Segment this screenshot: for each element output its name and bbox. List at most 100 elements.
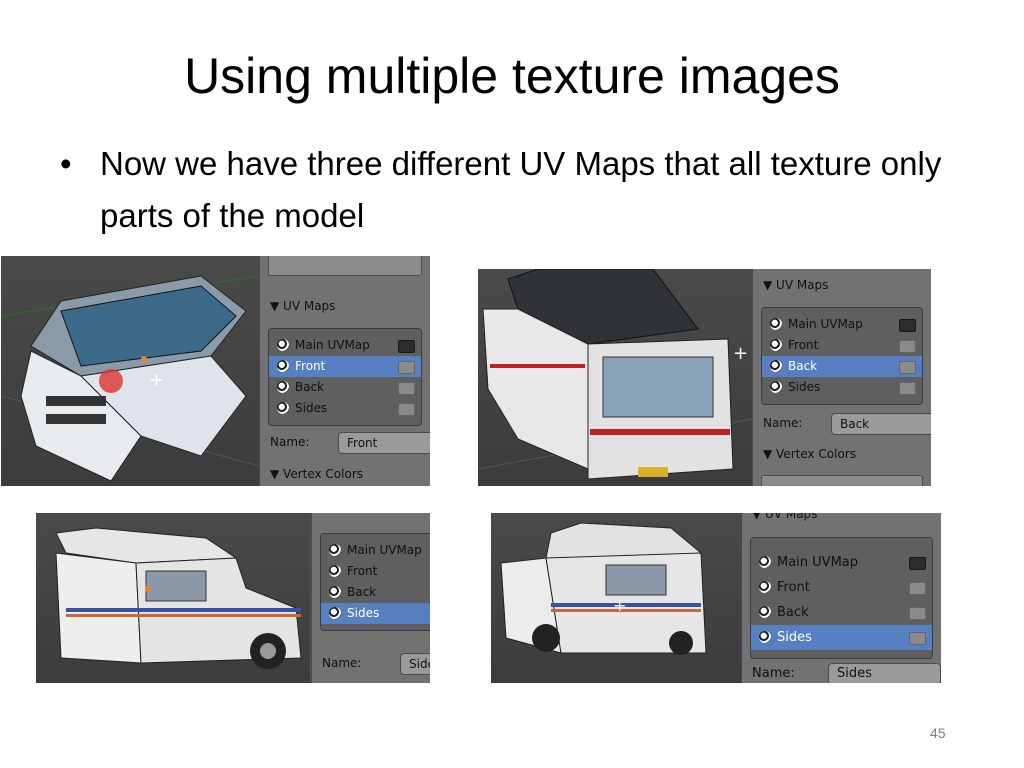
vertex-colors-header[interactable]: ▼ Vertex Colors — [763, 447, 856, 461]
bullet-point: • Now we have three different UV Maps th… — [60, 138, 980, 242]
name-label: Name: — [270, 435, 310, 449]
uv-globe-icon — [329, 544, 341, 556]
uv-row-label: Sides — [347, 606, 380, 620]
uv-maps-header[interactable]: ▼ UV Maps — [763, 278, 828, 292]
uv-row-label: Front — [295, 359, 326, 373]
truck-model: + — [478, 269, 752, 480]
screenshot-sides-uv-a: Main UVMap Front Back Sides Name: Side — [36, 513, 430, 683]
name-field[interactable]: Side — [400, 653, 430, 675]
screenshot-back-uv: + ▼ UV Maps Main UVMap Front Back Sides … — [478, 269, 931, 486]
uv-row-sides[interactable]: Sides — [269, 398, 421, 419]
3d-viewport[interactable]: + — [1, 256, 259, 486]
uv-row-main[interactable]: Main UVMap — [269, 335, 421, 356]
svg-text:+: + — [149, 370, 164, 391]
3d-viewport[interactable] — [36, 513, 310, 683]
uv-row-front[interactable]: Front — [751, 575, 932, 600]
uv-row-sides[interactable]: Sides — [321, 603, 430, 624]
properties-panel: ▼ UV Maps Main UVMap Front Back Sides Na… — [741, 513, 941, 683]
uv-row-front[interactable]: Front — [762, 335, 922, 356]
screenshot-front-uv: + ▼ UV Maps Main UVMap Front Back Sides … — [1, 256, 430, 486]
uv-globe-icon — [770, 318, 782, 330]
name-field[interactable]: Front — [338, 432, 430, 454]
camera-icon[interactable] — [398, 403, 415, 416]
svg-text:+: + — [733, 343, 748, 364]
uv-maps-list: Main UVMap Front Back Sides — [750, 537, 933, 659]
name-label: Name: — [752, 666, 795, 681]
uv-row-label: Back — [788, 359, 818, 373]
uv-maps-list: Main UVMap Front Back Sides — [268, 328, 422, 426]
camera-icon[interactable] — [398, 361, 415, 374]
vertex-colors-header[interactable]: ▼ Vertex Colors — [270, 467, 363, 481]
name-label: Name: — [763, 416, 803, 430]
uv-row-label: Front — [777, 580, 810, 595]
uv-globe-icon — [277, 339, 289, 351]
uv-globe-icon — [770, 381, 782, 393]
properties-panel: ▼ UV Maps Main UVMap Front Back Sides Na… — [752, 269, 931, 486]
uv-row-back[interactable]: Back — [269, 377, 421, 398]
uv-maps-list: Main UVMap Front Back Sides — [761, 307, 923, 405]
uv-row-sides[interactable]: Sides — [751, 625, 932, 650]
screenshot-sides-uv-b: + ▼ UV Maps Main UVMap Front Back Sides … — [491, 513, 941, 683]
uv-row-label: Sides — [295, 401, 328, 415]
name-field[interactable]: Back — [831, 413, 931, 435]
uv-row-back[interactable]: Back — [762, 356, 922, 377]
uv-globe-icon — [277, 381, 289, 393]
uv-row-front[interactable]: Front — [321, 561, 430, 582]
camera-icon[interactable] — [398, 340, 415, 353]
top-field — [268, 256, 422, 276]
uv-globe-icon — [277, 402, 289, 414]
uv-row-label: Back — [295, 380, 325, 394]
name-field[interactable]: Sides — [828, 663, 941, 683]
uv-maps-header[interactable]: ▼ UV Maps — [752, 513, 817, 521]
uv-row-back[interactable]: Back — [751, 600, 932, 625]
properties-panel: ▼ UV Maps Main UVMap Front Back Sides Na… — [259, 256, 430, 486]
camera-icon[interactable] — [899, 382, 916, 395]
uv-row-main[interactable]: Main UVMap — [751, 550, 932, 575]
camera-icon[interactable] — [899, 319, 916, 332]
truck-model: + — [1, 275, 259, 482]
uv-globe-icon — [770, 339, 782, 351]
uv-row-label: Main UVMap — [295, 338, 370, 352]
3d-viewport[interactable]: + — [478, 269, 752, 486]
camera-icon[interactable] — [899, 340, 916, 353]
truck-model — [55, 527, 302, 669]
camera-icon[interactable] — [909, 607, 926, 620]
name-label: Name: — [322, 656, 362, 670]
uv-globe-icon — [329, 607, 341, 619]
uv-row-sides[interactable]: Sides — [762, 377, 922, 398]
uv-row-label: Sides — [777, 630, 812, 645]
bullet-text: Now we have three different UV Maps that… — [100, 145, 942, 234]
uv-globe-icon — [329, 565, 341, 577]
uv-row-back[interactable]: Back — [321, 582, 430, 603]
uv-globe-icon — [329, 586, 341, 598]
svg-text:+: + — [613, 596, 626, 615]
uv-row-label: Front — [788, 338, 819, 352]
uv-row-label: Sides — [788, 380, 821, 394]
truck-model: + — [500, 522, 707, 655]
uv-row-main[interactable]: Main UVMap — [762, 314, 922, 335]
camera-icon[interactable] — [899, 361, 916, 374]
camera-icon[interactable] — [909, 632, 926, 645]
uv-row-label: Back — [777, 605, 809, 620]
uv-globe-icon — [759, 556, 771, 568]
vertex-colors-field — [761, 475, 923, 486]
camera-icon[interactable] — [398, 382, 415, 395]
slide-title: Using multiple texture images — [184, 48, 840, 104]
camera-icon[interactable] — [909, 557, 926, 570]
page-number: 45 — [930, 725, 946, 741]
uv-globe-icon — [277, 360, 289, 372]
uv-row-label: Main UVMap — [777, 555, 859, 570]
uv-row-front[interactable]: Front — [269, 356, 421, 377]
uv-row-label: Back — [347, 585, 377, 599]
uv-globe-icon — [759, 581, 771, 593]
uv-row-label: Front — [347, 564, 378, 578]
camera-icon[interactable] — [909, 582, 926, 595]
properties-panel: Main UVMap Front Back Sides Name: Side — [311, 513, 430, 683]
uv-globe-icon — [759, 606, 771, 618]
uv-maps-header[interactable]: ▼ UV Maps — [270, 299, 335, 313]
uv-row-label: Main UVMap — [788, 317, 863, 331]
bullet-dot: • — [60, 145, 72, 182]
uv-row-main[interactable]: Main UVMap — [321, 540, 430, 561]
uv-globe-icon — [770, 360, 782, 372]
3d-viewport[interactable]: + — [491, 513, 741, 683]
